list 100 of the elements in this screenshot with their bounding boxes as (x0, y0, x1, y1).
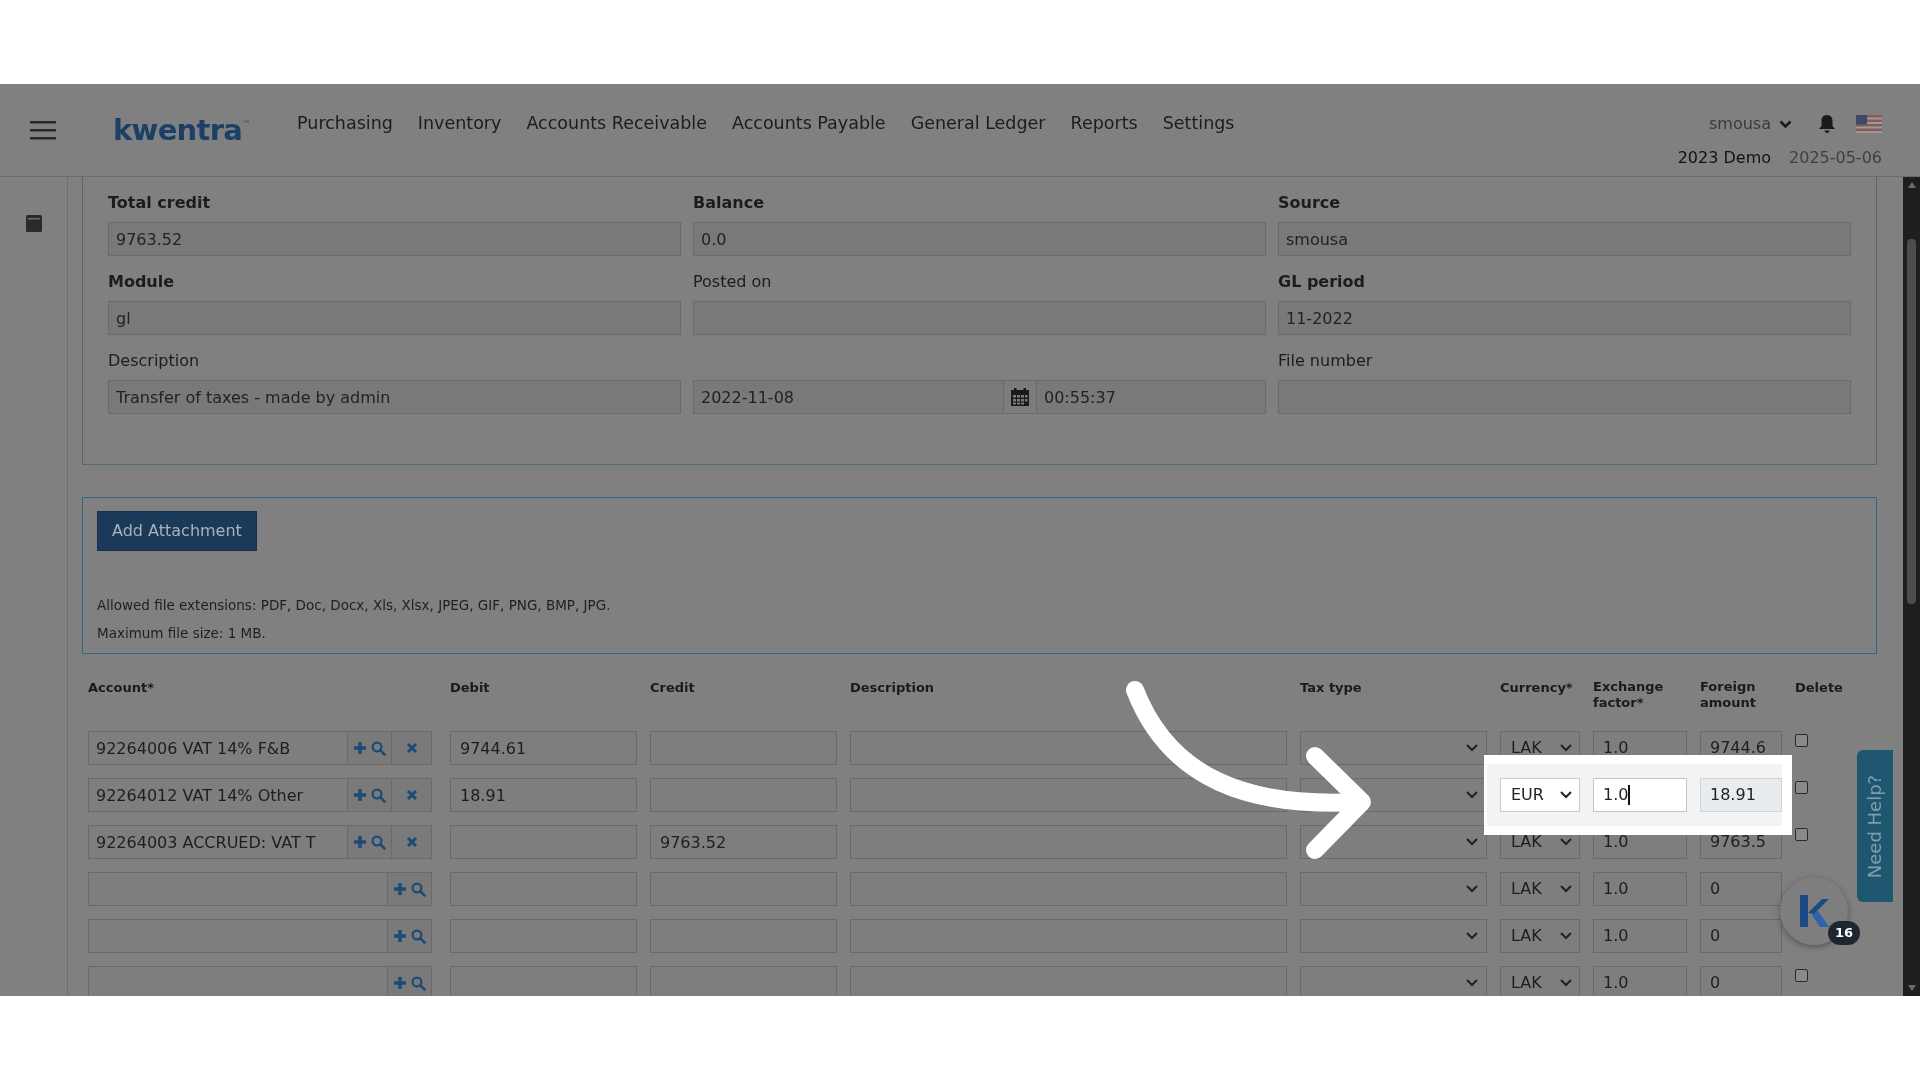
scroll-up-icon[interactable] (1906, 181, 1917, 189)
field-label: Description (108, 350, 201, 372)
scrollbar[interactable] (1903, 177, 1920, 996)
add-button[interactable] (393, 882, 407, 896)
debit-field[interactable] (450, 966, 637, 996)
text-cursor (1628, 785, 1630, 805)
calendar-button[interactable] (1004, 380, 1036, 414)
plus-icon (353, 835, 367, 849)
search-button[interactable] (371, 834, 386, 850)
trademark-mark: ™ (242, 119, 252, 129)
debit-field[interactable]: 18.91 (450, 778, 637, 812)
foreign-amount-field[interactable]: 0 (1700, 966, 1782, 996)
nav-link[interactable]: Purchasing (297, 115, 393, 133)
add-button[interactable] (353, 741, 367, 755)
plus-icon (353, 741, 367, 755)
delete-checkbox[interactable] (1795, 734, 1808, 747)
account-field[interactable]: 92264003 ACCRUED: VAT T (88, 825, 348, 859)
column-header: Account* (88, 679, 154, 696)
text-field[interactable]: 9763.52 (108, 222, 681, 256)
chevron-down-icon (1466, 791, 1478, 799)
plus-icon (393, 976, 407, 990)
add-button[interactable] (353, 788, 367, 802)
search-button[interactable] (411, 975, 426, 991)
user-menu[interactable]: smousa (1709, 112, 1792, 136)
chevron-down-icon (1466, 885, 1478, 893)
chevron-down-icon (1560, 979, 1572, 987)
need-help-tab[interactable]: Need Help? (1857, 750, 1893, 902)
nav-link[interactable]: Accounts Payable (731, 115, 886, 133)
account-field[interactable] (88, 966, 388, 996)
search-button[interactable] (371, 787, 386, 803)
remove-button[interactable] (392, 731, 432, 765)
foreign-amount-field[interactable]: 0 (1700, 872, 1782, 906)
add-button[interactable] (393, 976, 407, 990)
column-header: Debit (450, 679, 490, 696)
company-name: 2023 Demo (1677, 147, 1771, 169)
search-button[interactable] (411, 881, 426, 897)
help-text: Allowed file extensions: PDF, Doc, Docx, Xls, Xlsx, JPEG, GIF, PNG, BMP, JPG. (97, 596, 612, 615)
nav-link[interactable]: Settings (1162, 115, 1235, 133)
add-button[interactable] (353, 835, 367, 849)
field-label: Posted on (693, 271, 773, 293)
account-field[interactable]: 92264006 VAT 14% F&B (88, 731, 348, 765)
book-icon[interactable] (23, 213, 44, 233)
menu-icon[interactable] (30, 120, 56, 140)
exchange-factor-field[interactable]: 1.0 (1593, 966, 1687, 996)
delete-checkbox[interactable] (1795, 828, 1808, 841)
nav-link[interactable]: General Ledger (910, 115, 1046, 133)
currency-select[interactable]: LAK (1500, 872, 1580, 906)
calendar-icon (1010, 387, 1030, 407)
delete-checkbox[interactable] (1795, 781, 1808, 794)
text-field[interactable]: smousa (1278, 222, 1851, 256)
column-header: Currency* (1500, 679, 1573, 696)
flag-icon[interactable] (1856, 115, 1882, 133)
field-label: Module (108, 271, 176, 293)
exchange-factor-field[interactable]: 1.0 (1593, 872, 1687, 906)
debit-field[interactable]: 9744.61 (450, 731, 637, 765)
tax-type-select[interactable] (1300, 731, 1487, 765)
field-label: Total credit (108, 192, 212, 214)
text-field[interactable]: gl (108, 301, 681, 335)
description-field[interactable] (850, 778, 1287, 812)
currency-select[interactable]: EUR (1500, 778, 1580, 812)
delete-checkbox[interactable] (1795, 969, 1808, 982)
exchange-factor-field[interactable]: 1.0 (1593, 778, 1687, 812)
column-header: Exchange factor* (1593, 678, 1665, 711)
close-icon (405, 742, 418, 754)
description-field[interactable] (850, 731, 1287, 765)
logo-icon (1798, 893, 1830, 929)
nav-link[interactable]: Accounts Receivable (526, 115, 707, 133)
foreign-amount-field[interactable]: 18.91 (1700, 778, 1782, 812)
chevron-down-icon (1560, 885, 1572, 893)
foreign-amount-field[interactable]: 0 (1700, 919, 1782, 953)
time-field[interactable]: 00:55:37 (1036, 380, 1266, 414)
search-button[interactable] (411, 928, 426, 944)
scroll-thumb[interactable] (1907, 239, 1916, 604)
column-header: Description (850, 679, 935, 696)
column-header: Delete (1795, 679, 1843, 696)
exchange-factor-field[interactable]: 1.0 (1593, 919, 1687, 953)
credit-field[interactable]: 9763.52 (650, 825, 837, 859)
current-date: 2025-05-06 (1789, 147, 1882, 169)
add-attachment-button[interactable]: Add Attachment (97, 511, 257, 551)
close-icon (405, 836, 418, 848)
add-button[interactable] (393, 929, 407, 943)
credit-field[interactable] (650, 966, 837, 996)
text-field[interactable]: 0.0 (693, 222, 1266, 256)
account-field[interactable]: 92264012 VAT 14% Other (88, 778, 348, 812)
currency-select[interactable]: LAK (1500, 966, 1580, 996)
search-button[interactable] (371, 740, 386, 756)
text-field[interactable]: Transfer of taxes - made by admin (108, 380, 681, 414)
nav-link[interactable]: Inventory (417, 115, 502, 133)
remove-button[interactable] (392, 825, 432, 859)
search-icon (411, 975, 426, 991)
bell-icon[interactable] (1818, 114, 1836, 134)
currency-select[interactable]: LAK (1500, 919, 1580, 953)
nav-link[interactable]: Reports (1070, 115, 1138, 133)
text-field[interactable]: 11-2022 (1278, 301, 1851, 335)
description-field[interactable] (850, 966, 1287, 996)
logo[interactable]: kwentra (113, 115, 243, 145)
scroll-down-icon[interactable] (1906, 984, 1917, 992)
chevron-down-icon (1560, 838, 1572, 846)
date-field[interactable]: 2022-11-08 (693, 380, 1004, 414)
remove-button[interactable] (392, 778, 432, 812)
